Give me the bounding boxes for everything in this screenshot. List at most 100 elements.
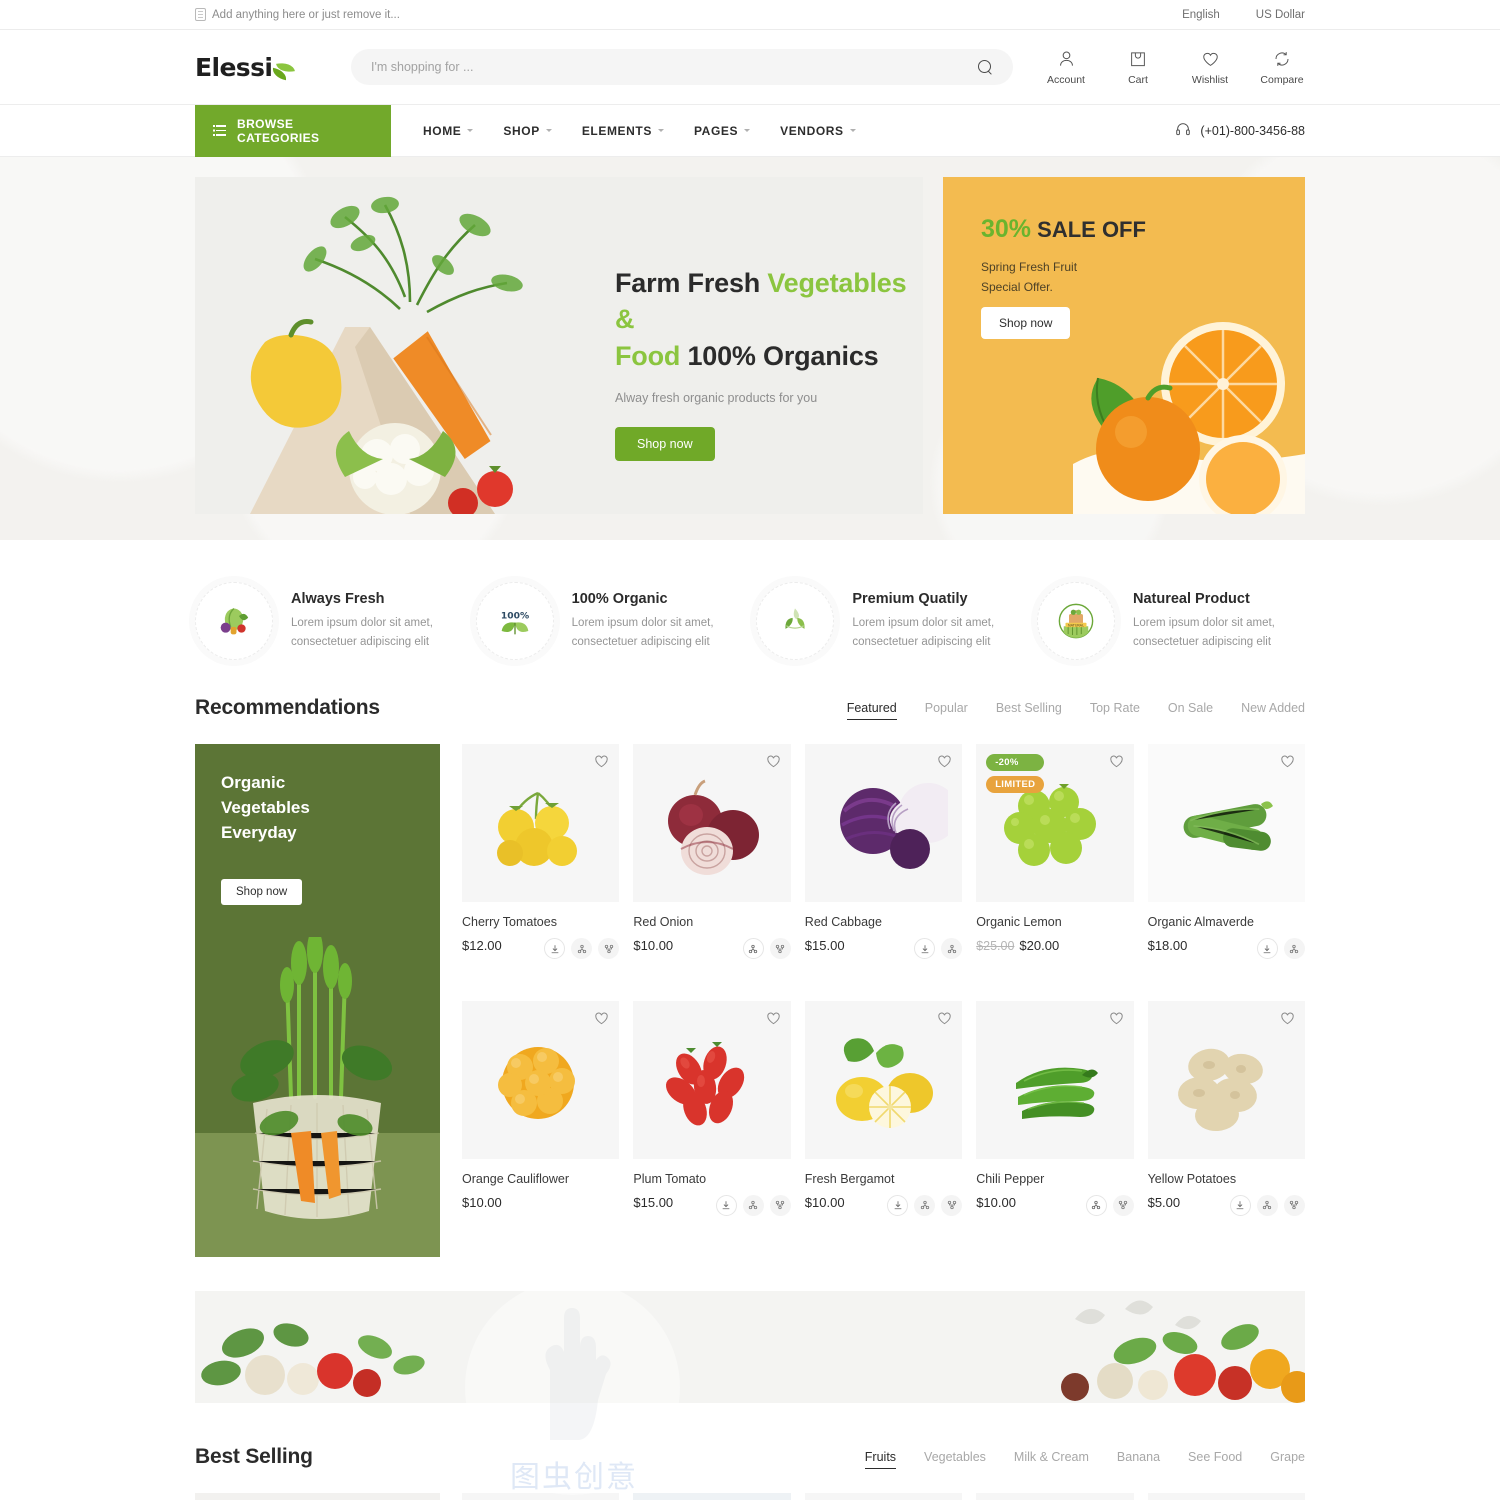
quick-view-icon[interactable]: [742, 938, 764, 959]
nav-item-elements[interactable]: ELEMENTS: [582, 124, 664, 138]
tab-best-selling[interactable]: Best Selling: [996, 701, 1062, 720]
product-thumbnail[interactable]: -20% LIMITED: [976, 744, 1134, 902]
tab-vegetables[interactable]: Vegetables: [924, 1450, 986, 1469]
product-name[interactable]: Yellow Potatoes: [1148, 1172, 1305, 1186]
tab-featured[interactable]: Featured: [846, 701, 897, 720]
product-thumbnail[interactable]: [633, 1000, 791, 1159]
product-thumbnail[interactable]: [1147, 1000, 1305, 1159]
search-icon[interactable]: [978, 59, 993, 75]
product-name[interactable]: Red Onion: [633, 915, 790, 929]
wishlist-icon[interactable]: [937, 754, 952, 768]
nav-item-shop[interactable]: SHOP: [503, 124, 552, 138]
quick-view-icon[interactable]: [1256, 1194, 1278, 1216]
product-name[interactable]: Orange Cauliflower: [462, 1172, 619, 1186]
tab-fruits[interactable]: Fruits: [864, 1450, 897, 1469]
tab-see-food[interactable]: See Food: [1188, 1450, 1242, 1469]
product-card[interactable]: [804, 1493, 963, 1500]
quick-view-icon[interactable]: [742, 1194, 764, 1216]
product-thumbnail[interactable]: [462, 744, 620, 902]
product-card[interactable]: -20% LIMITED: [1147, 1493, 1305, 1500]
nav-item-home[interactable]: HOME: [423, 124, 474, 138]
product-name[interactable]: Organic Lemon: [976, 915, 1133, 929]
hero-sale-banner[interactable]: 30% SALE OFF Spring Fresh Fruit Special …: [943, 177, 1305, 514]
browse-categories-button[interactable]: BROWSE CATEGORIES: [195, 104, 391, 157]
product-card[interactable]: [976, 1493, 1134, 1500]
quick-view-icon[interactable]: [1085, 1194, 1107, 1216]
product-card[interactable]: -20% LIMITED: [976, 744, 1134, 1001]
wishlist-icon[interactable]: [766, 1011, 781, 1025]
compare-product-icon[interactable]: [941, 1194, 963, 1216]
add-to-cart-icon[interactable]: [715, 1194, 737, 1216]
cart-button[interactable]: Cart: [1115, 48, 1161, 86]
best-selling-promo-card[interactable]: Best Selling: [195, 1493, 440, 1500]
product-thumbnail[interactable]: [633, 744, 791, 902]
compare-product-icon[interactable]: [769, 1194, 791, 1216]
product-card[interactable]: Fresh Bergamot $10.00: [804, 1000, 963, 1258]
add-to-cart-icon[interactable]: [1229, 1194, 1251, 1216]
compare-product-icon[interactable]: [1283, 1194, 1305, 1216]
add-to-cart-icon[interactable]: [887, 1194, 909, 1216]
tab-new-added[interactable]: New Added: [1241, 701, 1305, 720]
hero-shop-now-button[interactable]: Shop now: [615, 427, 715, 462]
wishlist-icon[interactable]: [1280, 754, 1295, 768]
product-card[interactable]: [462, 1493, 620, 1500]
quick-view-icon[interactable]: [571, 938, 593, 959]
product-card[interactable]: Organic Almaverde $18.00: [1147, 744, 1305, 1001]
nav-item-vendors[interactable]: VENDORS: [780, 124, 856, 138]
wishlist-icon[interactable]: [1109, 1011, 1124, 1025]
product-card[interactable]: Cherry Tomatoes $12.00: [462, 744, 620, 1001]
product-card[interactable]: Yellow Potatoes $5.00: [1147, 1000, 1305, 1258]
product-card[interactable]: Orange Cauliflower $10.00: [462, 1000, 620, 1258]
promo-card-organic-vegetables[interactable]: Organic Vegetables Everyday Shop now: [195, 744, 440, 1257]
compare-product-icon[interactable]: [598, 938, 620, 959]
wishlist-icon[interactable]: [1109, 754, 1124, 768]
wishlist-icon[interactable]: [594, 1011, 609, 1025]
product-thumbnail[interactable]: [1147, 744, 1305, 902]
quick-view-icon[interactable]: [914, 1194, 936, 1216]
product-thumbnail[interactable]: [804, 1000, 963, 1159]
language-selector[interactable]: English: [1182, 9, 1220, 21]
compare-product-icon[interactable]: [769, 938, 791, 959]
wishlist-button[interactable]: Wishlist: [1187, 48, 1233, 86]
wishlist-icon[interactable]: [766, 754, 781, 768]
tab-banana[interactable]: Banana: [1117, 1450, 1160, 1469]
compare-button[interactable]: Compare: [1259, 48, 1305, 86]
product-thumbnail[interactable]: [462, 1000, 620, 1159]
product-thumbnail[interactable]: [976, 1000, 1134, 1159]
product-name[interactable]: Red Cabbage: [805, 915, 962, 929]
promo-shop-now-button[interactable]: Shop now: [221, 879, 303, 905]
add-to-cart-icon[interactable]: [914, 938, 936, 959]
product-name[interactable]: Chili Pepper: [976, 1172, 1133, 1186]
product-card[interactable]: Plum Tomato $15.00: [633, 1000, 791, 1258]
product-name[interactable]: Cherry Tomatoes: [462, 915, 619, 929]
product-card[interactable]: Chili Pepper $10.00: [976, 1000, 1134, 1258]
tab-on-sale[interactable]: On Sale: [1168, 701, 1213, 720]
tab-popular[interactable]: Popular: [925, 701, 968, 720]
quick-view-icon[interactable]: [1283, 938, 1305, 959]
product-name[interactable]: Plum Tomato: [633, 1172, 790, 1186]
add-to-cart-icon[interactable]: [1256, 938, 1278, 959]
add-to-cart-icon[interactable]: [544, 938, 566, 959]
tab-milk-cream[interactable]: Milk & Cream: [1014, 1450, 1089, 1469]
site-logo[interactable]: Elessi: [195, 53, 325, 82]
product-card[interactable]: Red Onion $10.00: [633, 744, 791, 1001]
account-button[interactable]: Account: [1043, 48, 1089, 86]
tab-top-rate[interactable]: Top Rate: [1090, 701, 1140, 720]
support-phone[interactable]: (+01)-800-3456-88: [1175, 121, 1305, 140]
product-thumbnail[interactable]: [804, 744, 963, 902]
wide-promo-banner[interactable]: 20% OFF Organic Fruit & Vegetables Shop …: [195, 1291, 1305, 1403]
nav-item-pages[interactable]: PAGES: [694, 124, 751, 138]
product-name[interactable]: Organic Almaverde: [1148, 915, 1305, 929]
product-name[interactable]: Fresh Bergamot: [805, 1172, 962, 1186]
product-card[interactable]: Red Cabbage $15.00: [804, 744, 963, 1001]
quick-view-icon[interactable]: [941, 938, 963, 959]
tab-grape[interactable]: Grape: [1270, 1450, 1305, 1469]
wishlist-icon[interactable]: [937, 1011, 952, 1025]
search-input[interactable]: [371, 60, 978, 74]
compare-product-icon[interactable]: [1112, 1194, 1134, 1216]
hero-main-banner[interactable]: Farm Fresh Vegetables & Food 100% Organic…: [195, 177, 923, 514]
currency-selector[interactable]: US Dollar: [1256, 9, 1305, 21]
product-card[interactable]: -33% LIMITED: [633, 1493, 791, 1500]
wishlist-icon[interactable]: [1280, 1011, 1295, 1025]
search-bar[interactable]: [351, 49, 1013, 85]
